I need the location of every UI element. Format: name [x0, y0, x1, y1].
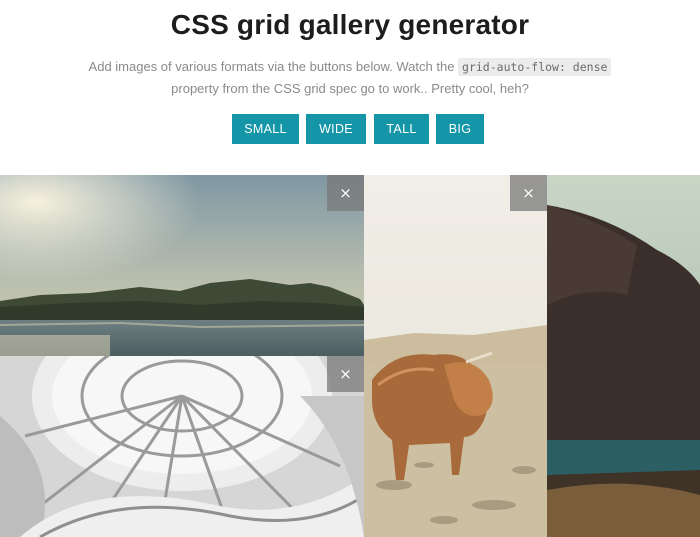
gallery-tile-landscape: [0, 175, 364, 356]
description-text-end: property from the CSS grid spec go to wo…: [171, 81, 529, 96]
remove-image-button[interactable]: ×: [510, 175, 547, 211]
dome-interior-photo: [0, 356, 364, 537]
remove-image-button[interactable]: ×: [327, 356, 364, 392]
landscape-lake-photo: [0, 175, 364, 356]
code-snippet: grid-auto-flow: dense: [458, 58, 612, 76]
remove-image-button[interactable]: ×: [327, 175, 364, 211]
image-gallery-grid: × × ×: [0, 175, 700, 537]
gallery-tile-mountain: [547, 175, 700, 537]
gallery-tile-cow: [364, 175, 547, 537]
page-title: CSS grid gallery generator: [170, 9, 530, 40]
mountain-lake-photo: [547, 175, 700, 537]
page-description: Add images of various formats via the bu…: [60, 56, 640, 100]
small-button[interactable]: SMALL: [232, 114, 299, 144]
gallery-tile-dome: [0, 356, 364, 537]
tall-button[interactable]: TALL: [374, 114, 429, 144]
highland-cow-photo: [364, 175, 547, 537]
description-text-start: Add images of various formats via the bu…: [88, 59, 459, 74]
big-button[interactable]: BIG: [436, 114, 484, 144]
page-header: CSS grid gallery generator Add images of…: [0, 0, 700, 175]
wide-button[interactable]: WIDE: [306, 114, 366, 144]
add-image-buttons: SMALL WIDE TALL BIG: [0, 114, 700, 144]
